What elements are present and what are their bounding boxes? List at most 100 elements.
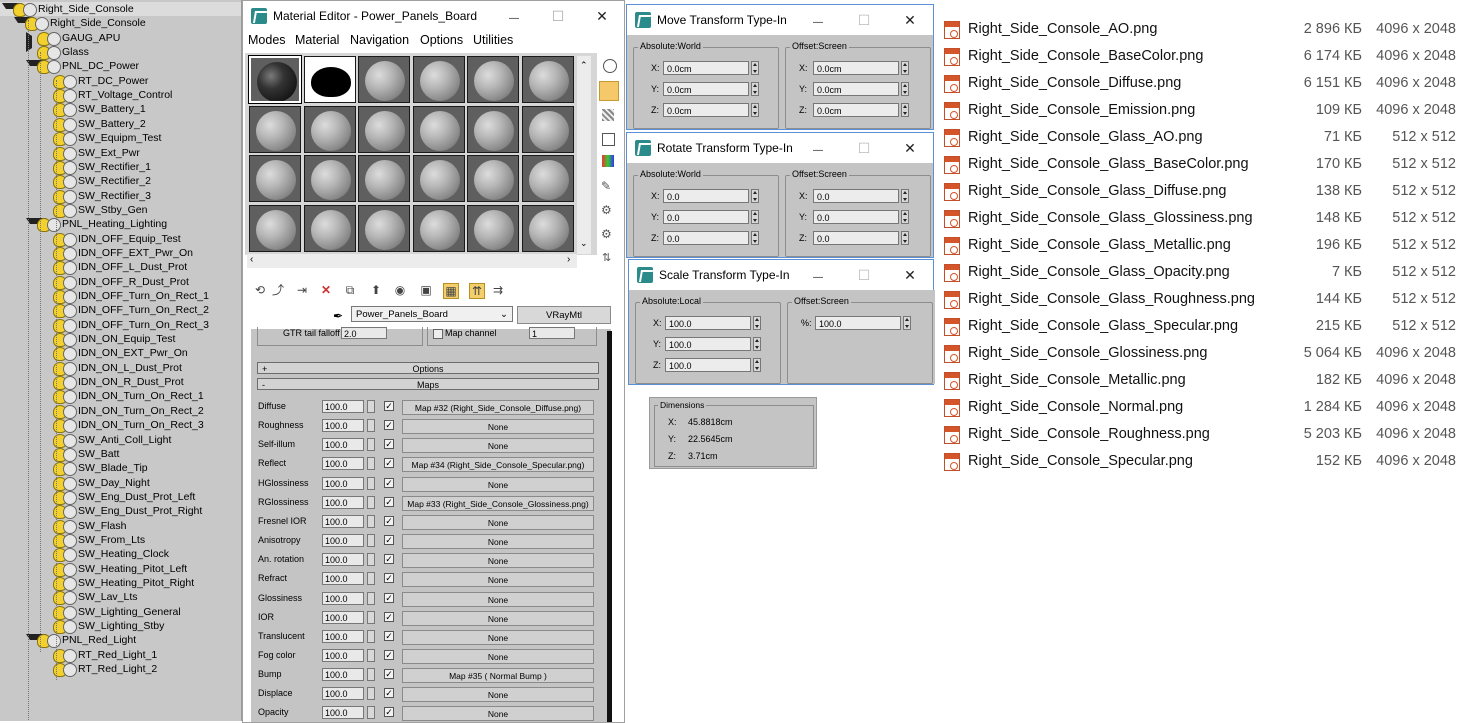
make-unique-icon[interactable]: ⧉ [343, 283, 357, 297]
scroll-down-arrow-icon[interactable]: ⌄ [580, 238, 588, 249]
material-sample-slot[interactable] [303, 204, 356, 252]
map-amount-input[interactable]: 100.0 [322, 400, 364, 413]
freeze-toggle-icon[interactable] [47, 31, 61, 46]
map-amount-spinner[interactable] [367, 534, 375, 548]
map-enable-checkbox[interactable]: ✓ [384, 420, 394, 431]
map-enable-checkbox[interactable]: ✓ [384, 688, 394, 699]
freeze-toggle-icon[interactable] [63, 261, 77, 276]
map-slot-button[interactable]: None [402, 553, 594, 569]
close-button[interactable]: ✕ [887, 5, 933, 35]
material-sample-slot[interactable] [358, 56, 410, 103]
map-amount-spinner[interactable] [367, 495, 375, 509]
map-slot-button[interactable]: None [402, 610, 594, 626]
assign-to-selection-icon[interactable]: ⇥ [295, 283, 309, 297]
freeze-toggle-icon[interactable] [63, 189, 77, 204]
offset-value-input[interactable]: 100.0 [815, 316, 901, 330]
material-sample-slot[interactable] [467, 105, 519, 153]
map-enable-checkbox[interactable]: ✓ [384, 669, 394, 680]
file-row[interactable]: Right_Side_Console_Roughness.png 5 203 КБ… [942, 422, 1462, 449]
absolute-value-input[interactable]: 0.0 [663, 189, 749, 203]
value-spinner[interactable] [901, 189, 909, 203]
freeze-toggle-icon[interactable] [63, 505, 77, 520]
freeze-toggle-icon[interactable] [63, 419, 77, 434]
map-amount-input[interactable]: 100.0 [322, 534, 364, 548]
scene-tree-item[interactable]: SW_Lighting_Stby [0, 619, 241, 635]
scene-tree-item[interactable]: SW_Heating_Clock [0, 547, 241, 563]
value-spinner[interactable] [753, 337, 761, 351]
freeze-toggle-icon[interactable] [63, 175, 77, 190]
absolute-value-input[interactable]: 100.0 [665, 337, 751, 351]
scene-tree-item[interactable]: SW_Rectifier_3 [0, 189, 241, 204]
gtr-tail-falloff-input[interactable]: 2.0 [341, 327, 387, 339]
freeze-toggle-icon[interactable] [63, 74, 77, 89]
file-row[interactable]: Right_Side_Console_Glass_Roughness.png 14… [942, 287, 1462, 314]
offset-value-input[interactable]: 0.0cm [813, 82, 899, 96]
scene-explorer-tree[interactable]: Right_Side_Console Right_Side_Console GAUG… [0, 0, 242, 721]
freeze-toggle-icon[interactable] [63, 404, 77, 419]
freeze-toggle-icon[interactable] [63, 577, 77, 591]
scene-tree-item[interactable]: SW_Battery_2 [0, 117, 241, 132]
material-sample-slot[interactable] [303, 155, 356, 202]
material-sample-slot[interactable] [467, 155, 519, 202]
slots-hscroll[interactable]: ‹ › [247, 254, 577, 268]
pick-material-eyedropper-icon[interactable]: ✒ [333, 309, 343, 323]
freeze-toggle-icon[interactable] [63, 620, 77, 635]
map-amount-input[interactable]: 100.0 [322, 476, 364, 490]
map-enable-checkbox[interactable]: ✓ [384, 707, 394, 718]
freeze-toggle-icon[interactable] [63, 232, 77, 247]
map-slot-button[interactable]: None [402, 648, 594, 664]
freeze-toggle-icon[interactable] [63, 447, 77, 462]
map-enable-checkbox[interactable]: ✓ [384, 554, 394, 565]
map-amount-input[interactable]: 100.0 [322, 457, 364, 471]
value-spinner[interactable] [751, 61, 759, 75]
freeze-toggle-icon[interactable] [47, 60, 61, 75]
show-end-result-icon[interactable]: ▦ [443, 283, 459, 299]
value-spinner[interactable] [753, 316, 761, 330]
material-id-channel-icon[interactable]: ◉ [393, 283, 407, 297]
value-spinner[interactable] [751, 82, 759, 96]
material-sample-slot[interactable] [467, 204, 519, 252]
material-sample-slot[interactable] [249, 155, 301, 202]
freeze-toggle-icon[interactable] [63, 490, 77, 505]
map-slot-button[interactable]: None [402, 419, 594, 435]
scene-tree-item[interactable]: PNL_DC_Power [0, 59, 241, 75]
freeze-toggle-icon[interactable] [63, 275, 77, 290]
slots-vscroll[interactable]: ⌃ ⌄ [577, 56, 591, 254]
material-sample-slot[interactable] [249, 204, 301, 252]
material-sample-slot[interactable] [521, 105, 574, 153]
material-sample-slot[interactable] [521, 204, 574, 252]
value-spinner[interactable] [753, 358, 761, 372]
freeze-toggle-icon[interactable] [35, 17, 49, 32]
scene-tree-item[interactable]: SW_Battery_1 [0, 102, 241, 118]
freeze-toggle-icon[interactable] [63, 605, 77, 620]
scene-tree-item[interactable]: GAUG_APU [0, 31, 241, 52]
scene-tree-item[interactable]: IDN_OFF_R_Dust_Prot [0, 275, 241, 290]
freeze-toggle-icon[interactable] [63, 376, 77, 391]
scene-tree-item[interactable]: SW_Eng_Dust_Prot_Left [0, 490, 241, 505]
freeze-toggle-icon[interactable] [63, 433, 77, 448]
map-amount-spinner[interactable] [367, 687, 375, 701]
map-enable-checkbox[interactable]: ✓ [384, 592, 394, 603]
minimize-button[interactable]: — [795, 263, 841, 293]
freeze-toggle-icon[interactable] [63, 462, 77, 477]
map-amount-spinner[interactable] [367, 610, 375, 624]
absolute-value-input[interactable]: 0.0cm [663, 82, 749, 96]
scene-tree-item[interactable]: SW_Lav_Lts [0, 590, 241, 606]
scene-tree-item[interactable]: Right_Side_Console [0, 16, 241, 32]
offset-value-input[interactable]: 0.0 [813, 231, 899, 245]
scene-tree-item[interactable]: IDN_ON_Turn_On_Rect_2 [0, 404, 241, 419]
maximize-button[interactable]: ☐ [841, 133, 887, 163]
material-sample-slot[interactable] [467, 56, 519, 103]
scene-tree-item[interactable]: SW_Heating_Pitot_Right [0, 576, 241, 591]
scene-tree-item[interactable]: RT_Voltage_Control [0, 88, 241, 104]
freeze-toggle-icon[interactable] [63, 347, 77, 362]
put-to-scene-icon[interactable]: ⤴ [271, 283, 285, 297]
map-enable-checkbox[interactable]: ✓ [384, 439, 394, 450]
map-amount-spinner[interactable] [367, 457, 375, 471]
freeze-toggle-icon[interactable] [63, 132, 77, 147]
menu-item-material[interactable]: Material [295, 33, 339, 47]
material-sample-slot[interactable] [303, 56, 356, 103]
scene-tree-item[interactable]: SW_Equipm_Test [0, 131, 241, 147]
minimize-button[interactable]: — [795, 8, 841, 38]
freeze-toggle-icon[interactable] [63, 648, 77, 663]
